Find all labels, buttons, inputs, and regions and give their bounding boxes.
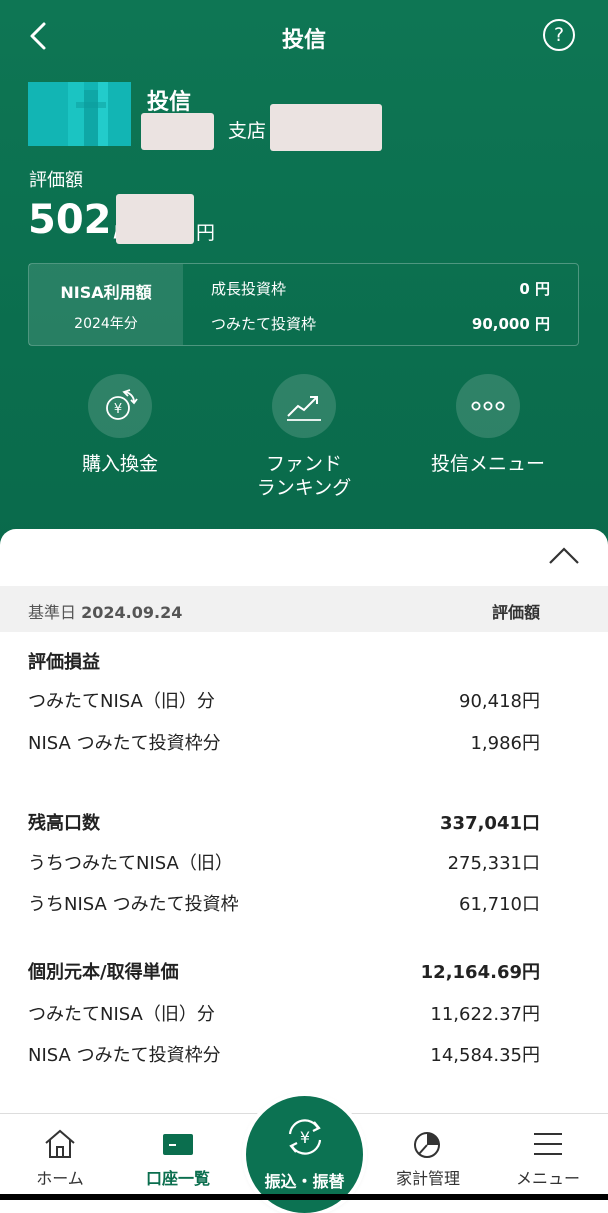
page-title: 投信 [281,28,326,53]
more-dots-icon [471,401,505,411]
detail-row-value: 14,584.35円 [430,1045,540,1066]
eval-label: 評価額 [29,170,83,191]
trend-chart-icon [287,396,321,421]
nisa-tsumitate-label: つみたて投資枠 [211,315,317,333]
svg-text:¥: ¥ [300,1128,310,1147]
detail-row-value: 61,710口 [459,894,540,915]
detail-row-value: 1,986円 [470,733,540,754]
base-date-label: 基準日 [28,603,77,622]
nisa-usage-year: 2024年分 [74,316,138,332]
redacted-account [270,104,382,151]
nisa-growth-label: 成長投資枠 [211,280,287,298]
yen-transfer-icon: ¥ [288,1119,322,1155]
fund-ranking-label-line: ファンド [265,453,342,475]
redacted-branch-number [141,113,214,150]
fund-thumbnail [28,82,131,146]
card-icon [163,1134,193,1155]
tab-home[interactable]: ホーム [0,1114,120,1201]
redacted-amount [116,194,194,244]
detail-row-label: つみたてNISA（旧）分 [28,691,215,712]
tab-accounts[interactable]: 口座一覧 [118,1114,238,1201]
section-title: 評価損益 [28,652,100,673]
system-home-bar [0,1194,608,1200]
fund-header: 投信 ? 投信 支店 評価額 502, 円 NISA利用額 2024年分 成長投… [0,0,608,560]
fund-ranking-label: ファンド ランキング [216,452,392,500]
section-title-value: 337,041口 [440,813,540,834]
tab-household[interactable]: 家計管理 [368,1114,488,1201]
date-band: 基準日 2024.09.24 評価額 [0,586,608,632]
fund-menu-button[interactable]: 投信メニュー [400,374,576,476]
section-title-value: 12,164.69円 [420,962,540,983]
fund-ranking-label-line: ランキング [256,477,352,499]
tab-accounts-label: 口座一覧 [145,1169,210,1188]
base-date-value: 2024.09.24 [81,603,183,622]
detail-row-value: 11,622.37円 [430,1004,540,1025]
eval-unit: 円 [196,222,216,244]
detail-row-value: 275,331口 [447,853,540,874]
eval-amount: 502, [28,197,127,243]
purchase-redeem-label: 購入換金 [81,453,158,475]
fund-name: 投信 [147,90,192,115]
detail-row-label: うちつみたてNISA（旧） [28,853,233,874]
svg-text:¥: ¥ [114,402,122,417]
nisa-usage-title: NISA利用額 [60,283,152,302]
tab-menu[interactable]: メニュー [488,1114,608,1201]
nisa-usage-box: NISA利用額 2024年分 成長投資枠 0 円 つみたて投資枠 90,000 … [28,263,579,346]
detail-row-label: NISA つみたて投資枠分 [28,733,221,754]
detail-row-label: うちNISA つみたて投資枠 [28,894,239,915]
chevron-up-icon[interactable] [548,546,580,566]
hamburger-icon [534,1133,562,1155]
tab-transfer-label: 振込・振替 [264,1172,345,1191]
column-header: 評価額 [491,603,540,622]
nisa-growth-value: 0 円 [519,280,550,298]
fund-menu-label: 投信メニュー [430,453,545,475]
nisa-tsumitate-value: 90,000 円 [471,315,550,333]
section-title: 残高口数 [28,813,100,834]
tab-menu-label: メニュー [515,1169,580,1188]
detail-row-value: 90,418円 [459,691,540,712]
branch-label: 支店 [228,120,267,142]
tab-home-label: ホーム [36,1169,84,1188]
base-date: 基準日 2024.09.24 [28,599,182,623]
help-icon[interactable]: ? [543,19,575,51]
nisa-usage-summary: NISA利用額 2024年分 [29,264,183,345]
detail-row-label: NISA つみたて投資枠分 [28,1045,221,1066]
yen-exchange-icon: ¥ [106,389,138,420]
pie-chart-icon [414,1132,440,1158]
detail-row-label: つみたてNISA（旧）分 [28,1004,215,1025]
purchase-redeem-button[interactable]: ¥ 購入換金 [32,374,208,476]
fund-ranking-button[interactable]: ファンド ランキング [216,374,392,500]
section-title: 個別元本/取得単価 [28,962,179,983]
home-icon [45,1129,75,1158]
tab-household-label: 家計管理 [395,1169,460,1188]
